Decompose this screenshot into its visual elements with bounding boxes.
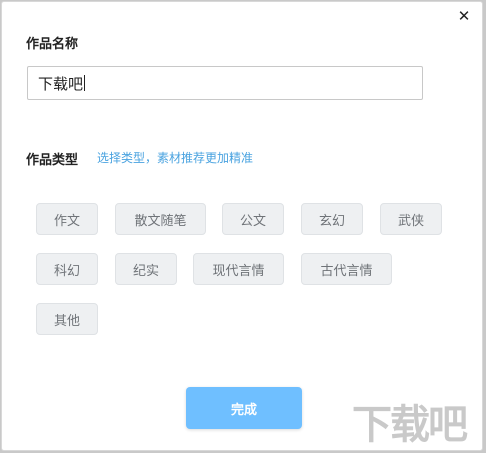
close-icon[interactable]: ✕ [456,7,472,25]
tag-scifi[interactable]: 科幻 [36,253,98,285]
tag-fantasy[interactable]: 玄幻 [301,203,363,235]
watermark-logo: 下载吧 [352,401,468,448]
tag-modern-romance[interactable]: 现代言情 [193,253,284,285]
work-name-input[interactable]: 下载吧 [27,66,423,100]
tag-ancient-romance[interactable]: 古代言情 [301,253,392,285]
tag-prose[interactable]: 散文随笔 [115,203,206,235]
tag-essay[interactable]: 作文 [36,203,98,235]
text-caret [84,75,86,91]
work-name-value: 下载吧 [38,74,84,93]
work-settings-dialog: ✕ 作品名称 下载吧 作品类型 选择类型，素材推荐更加精准 作文 散文随笔 公文… [1,1,483,451]
done-button[interactable]: 完成 [186,387,302,429]
work-type-label: 作品类型 [26,153,79,168]
tag-documentary[interactable]: 纪实 [115,253,177,285]
tag-official-doc[interactable]: 公文 [222,203,284,235]
tag-other[interactable]: 其他 [36,303,98,335]
work-type-hint: 选择类型，素材推荐更加精准 [97,151,254,165]
tag-wuxia[interactable]: 武侠 [380,203,442,235]
work-name-label: 作品名称 [26,37,79,52]
